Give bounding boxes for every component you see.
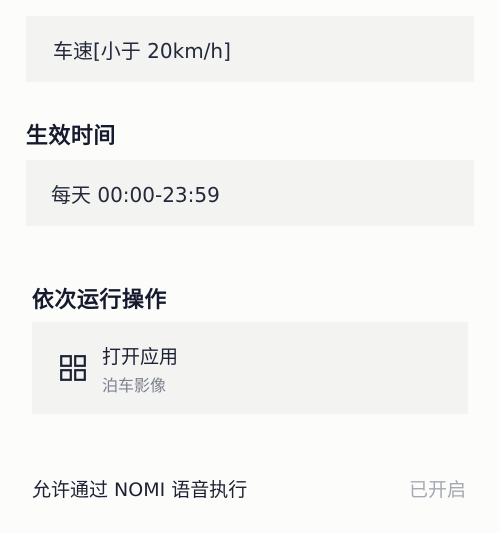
effective-time-card[interactable]: 每天 00:00-23:59 — [26, 160, 474, 226]
speed-condition-card[interactable]: 车速[小于 20km/h] — [26, 16, 474, 82]
nomi-voice-label: 允许通过 NOMI 语音执行 — [32, 478, 248, 501]
action-title: 打开应用 — [102, 346, 179, 368]
speed-condition-text: 车速[小于 20km/h] — [53, 38, 231, 63]
nomi-voice-status[interactable]: 已开启 — [409, 475, 468, 502]
action-subtitle: 泊车影像 — [102, 376, 167, 395]
effective-time-title: 生效时间 — [26, 124, 117, 149]
effective-time-value: 每天 00:00-23:59 — [51, 182, 220, 207]
grid-apps-icon — [60, 355, 86, 381]
action-item-open-app[interactable]: 打开应用 泊车影像 — [32, 322, 468, 414]
run-actions-title: 依次运行操作 — [32, 288, 168, 313]
nomi-voice-row[interactable]: 允许通过 NOMI 语音执行 已开启 — [32, 466, 468, 510]
